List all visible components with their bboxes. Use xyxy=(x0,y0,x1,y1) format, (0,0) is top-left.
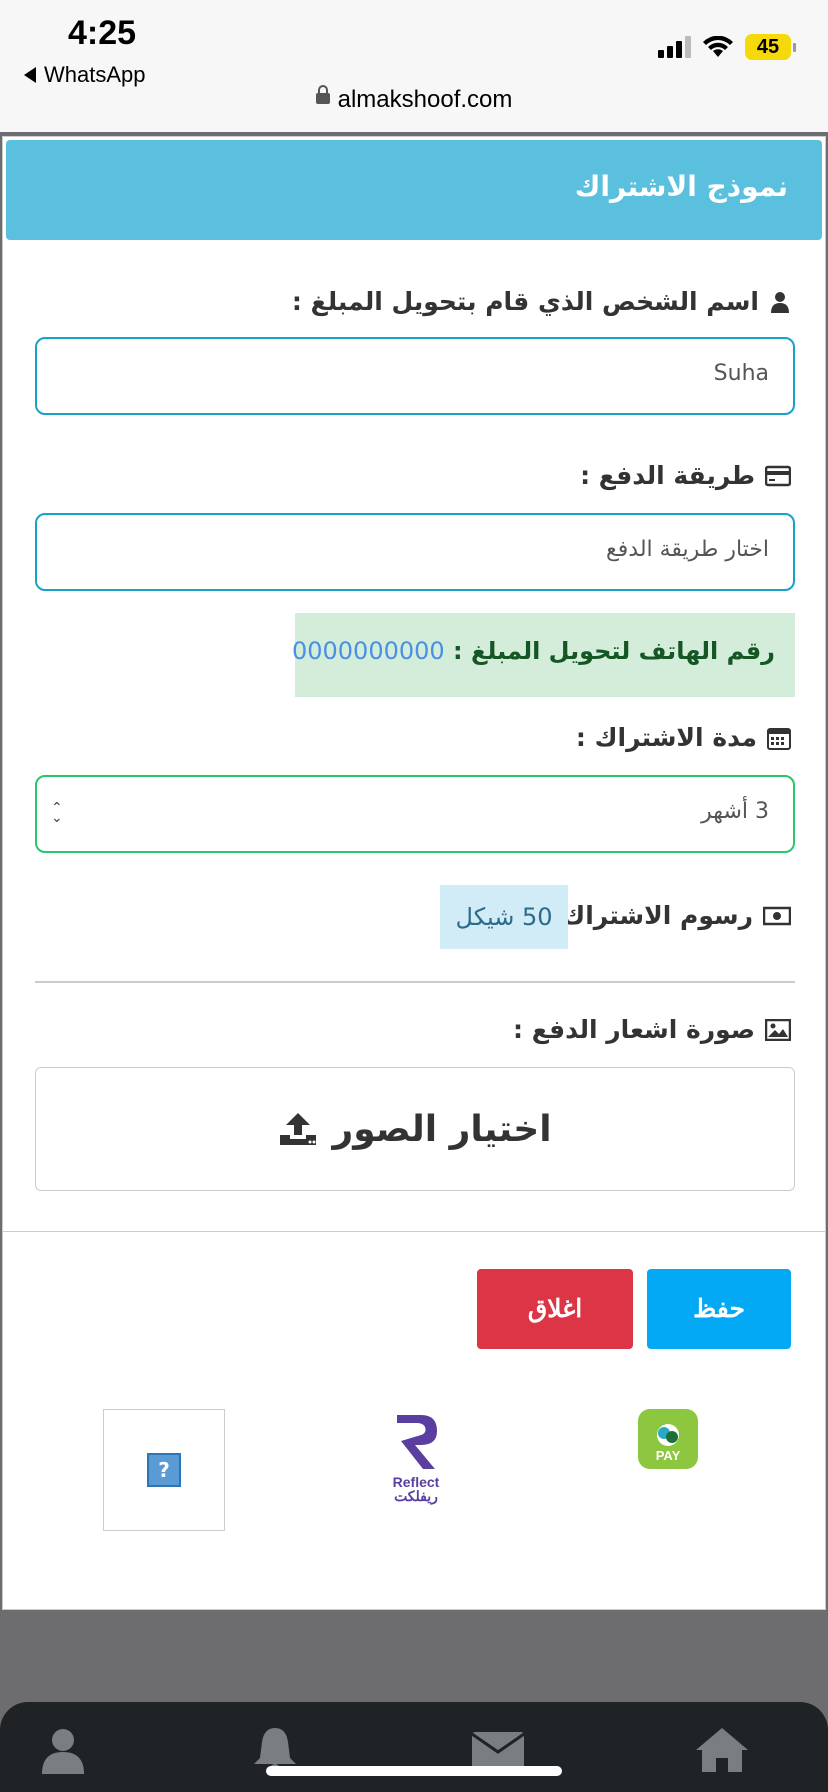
battery-icon: 45 xyxy=(745,34,796,60)
battery-level: 45 xyxy=(745,34,791,60)
reflect-logo: Reflect ريفلكت xyxy=(383,1411,449,1503)
phone-info-alert: رقم الهاتف لتحويل المبلغ : 0000000000 xyxy=(292,613,795,697)
lock-icon xyxy=(315,85,330,105)
subscription-modal: نموذج الاشتراك اسم الشخص الذي قام بتحويل… xyxy=(2,136,826,1610)
modal-title: نموذج الاشتراك xyxy=(574,170,788,203)
fee-badge: 50 شيكل xyxy=(440,885,568,949)
name-label: اسم الشخص الذي قام بتحويل المبلغ : xyxy=(291,287,759,316)
duration-select[interactable]: ⌃ ⌄ 3 أشهر xyxy=(35,775,795,853)
name-input-value: Suha xyxy=(713,361,769,386)
credit-card-icon xyxy=(765,465,791,486)
bottom-nav xyxy=(0,1702,828,1792)
duration-label: مدة الاشتراك : xyxy=(575,723,757,752)
phone-label: رقم الهاتف لتحويل المبلغ : xyxy=(453,637,775,665)
receipt-label: صورة اشعار الدفع : xyxy=(513,1015,755,1044)
upload-label: اختيار الصور xyxy=(332,1108,552,1150)
pay-mark-icon xyxy=(657,1424,679,1446)
payment-label-row: طريقة الدفع : xyxy=(580,461,791,490)
duration-value: 3 أشهر xyxy=(701,799,769,824)
pay-text: PAY xyxy=(655,1448,681,1463)
back-arrow-icon xyxy=(24,67,36,83)
browser-chrome: 4:25 WhatsApp 45 almakshoof.com xyxy=(0,0,828,132)
footer-divider xyxy=(3,1231,825,1232)
reflect-en: Reflect xyxy=(392,1474,440,1490)
receipt-label-row: صورة اشعار الدفع : xyxy=(513,1015,791,1044)
divider xyxy=(35,981,795,983)
signal-icon xyxy=(658,36,691,58)
save-button[interactable]: حفظ xyxy=(647,1269,791,1349)
back-to-whatsapp[interactable]: WhatsApp xyxy=(24,62,146,88)
fee-label: رسوم الاشتراك : xyxy=(543,901,753,930)
pay-logo: PAY xyxy=(638,1409,698,1469)
payment-method-input[interactable]: اختار طريقة الدفع xyxy=(35,513,795,591)
modal-header: نموذج الاشتراك xyxy=(6,140,822,240)
url-text: almakshoof.com xyxy=(337,86,513,113)
payment-label: طريقة الدفع : xyxy=(580,461,755,490)
reflect-ar: ريفلكت xyxy=(394,1488,438,1504)
user-icon xyxy=(771,291,789,313)
fee-label-row: رسوم الاشتراك : xyxy=(544,901,791,930)
status-time: 4:25 xyxy=(68,14,137,52)
phone-number: 0000000000 xyxy=(291,637,445,665)
calendar-icon xyxy=(767,727,791,750)
status-icons: 45 xyxy=(658,34,796,60)
home-indicator xyxy=(266,1766,562,1776)
image-icon xyxy=(765,1018,791,1041)
question-icon: ? xyxy=(147,1453,181,1487)
close-button[interactable]: اغلاق xyxy=(477,1269,633,1349)
upload-images-button[interactable]: اختيار الصور xyxy=(35,1067,795,1191)
duration-label-row: مدة الاشتراك : xyxy=(576,723,791,752)
address-bar[interactable]: almakshoof.com xyxy=(0,85,828,114)
select-chevrons-icon: ⌃ ⌄ xyxy=(51,800,63,826)
wifi-icon xyxy=(703,36,733,57)
name-label-row: اسم الشخص الذي قام بتحويل المبلغ : xyxy=(292,287,791,316)
back-app-label: WhatsApp xyxy=(44,62,146,87)
upload-icon xyxy=(280,1113,317,1145)
phone-info-text: رقم الهاتف لتحويل المبلغ : 0000000000 xyxy=(292,637,775,665)
name-input[interactable]: Suha xyxy=(35,337,795,415)
payment-method-value: اختار طريقة الدفع xyxy=(606,537,769,562)
money-bill-icon xyxy=(763,906,791,925)
broken-image-logo: ? xyxy=(103,1409,225,1531)
home-nav-icon[interactable] xyxy=(694,1724,750,1774)
reflect-mark-icon xyxy=(397,1415,437,1469)
profile-nav-icon[interactable] xyxy=(38,1724,88,1774)
